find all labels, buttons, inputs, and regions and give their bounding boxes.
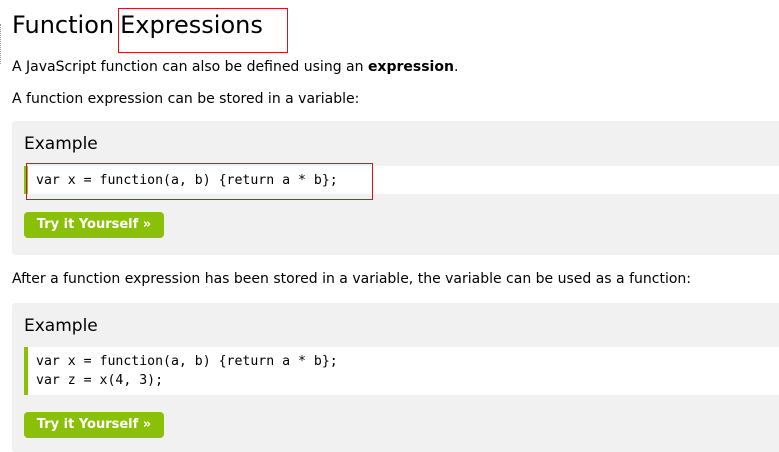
code-line-1: var x = function(a, b) {return a * b};	[36, 354, 338, 369]
example-title-2: Example	[24, 316, 98, 336]
try-it-yourself-button-2[interactable]: Try it Yourself »	[24, 412, 164, 438]
intro-text-before: A JavaScript function can also be define…	[12, 59, 368, 75]
code-highlight-box	[26, 163, 373, 200]
selection-edge	[0, 24, 2, 64]
after-paragraph: After a function expression has been sto…	[12, 271, 691, 287]
page-title-word-function: Function	[12, 11, 115, 39]
code-block-2: var x = function(a, b) {return a * b}; v…	[24, 347, 779, 395]
try-it-yourself-button-1[interactable]: Try it Yourself »	[24, 212, 164, 238]
tutorial-page: Function Expressions A JavaScript functio…	[0, 0, 779, 452]
intro-bold-term: expression	[367, 59, 454, 75]
intro-paragraph: A JavaScript function can also be define…	[12, 57, 458, 77]
title-highlight-box	[118, 8, 288, 53]
code-line-2: var z = x(4, 3);	[36, 373, 164, 388]
example-title-1: Example	[24, 134, 98, 154]
intro-text-after: .	[453, 59, 459, 75]
example-box-2: Example var x = function(a, b) {return a…	[12, 303, 779, 452]
stored-paragraph: A function expression can be stored in a…	[12, 91, 360, 107]
